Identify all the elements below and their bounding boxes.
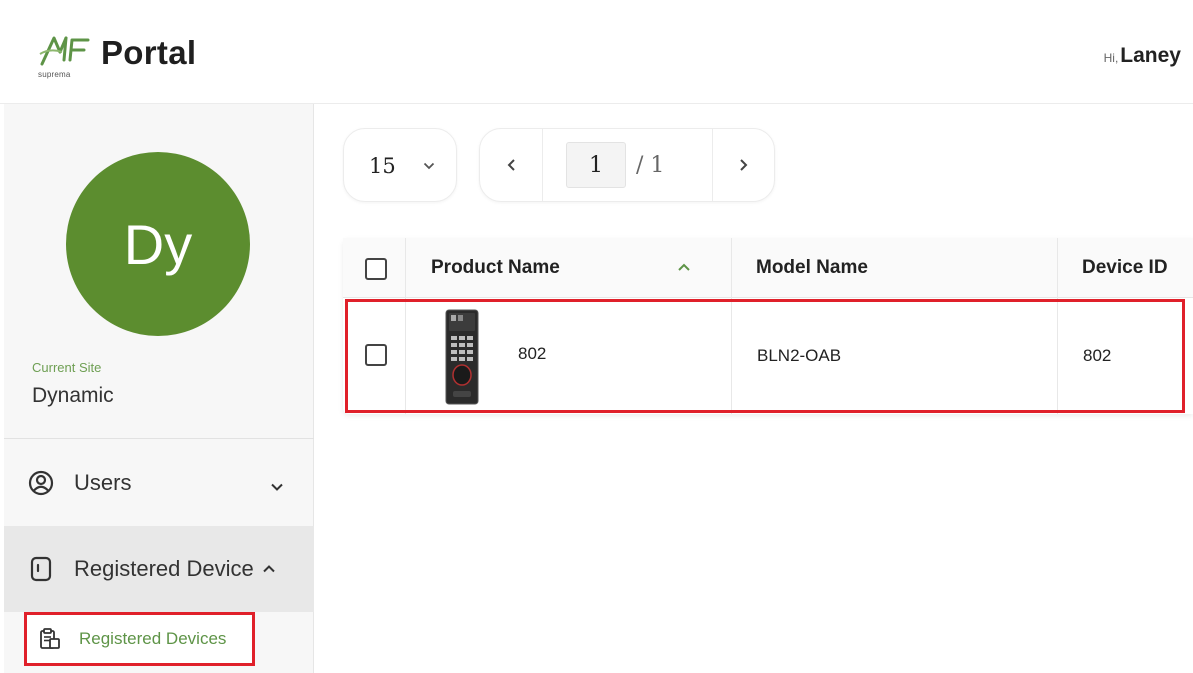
current-site-name: Dynamic <box>32 384 114 407</box>
pagination-divider <box>542 129 543 201</box>
user-circle-icon <box>28 470 54 496</box>
column-divider <box>731 238 732 414</box>
logo-brand-text: suprema <box>38 70 71 79</box>
device-thumbnail <box>445 309 479 405</box>
page-size-value: 15 <box>369 154 396 178</box>
app-title: Portal <box>101 34 197 71</box>
user-name: Laney <box>1120 44 1181 67</box>
cell-model-name: BLN2-OAB <box>757 346 842 365</box>
row-checkbox[interactable] <box>365 344 387 366</box>
sidebar-subitem-registered-devices[interactable]: Registered Devices <box>24 612 255 666</box>
top-header: suprema Portal Hi,Laney <box>0 0 1193 104</box>
sidebar-divider <box>4 438 314 439</box>
page-size-select[interactable]: 15 <box>343 128 457 202</box>
total-pages: / 1 <box>636 153 665 178</box>
pagination-divider <box>712 129 713 201</box>
chevron-up-icon <box>262 562 276 576</box>
column-header-model-name[interactable]: Model Name <box>756 257 868 279</box>
sidebar-item-registered-device-label: Registered Device <box>74 556 254 581</box>
site-avatar: Dy <box>66 152 250 336</box>
column-header-device-id[interactable]: Device ID <box>1082 257 1168 279</box>
cell-device-id: 802 <box>1083 346 1112 365</box>
greeting-prefix: Hi, <box>1103 51 1119 65</box>
current-page-input[interactable] <box>566 142 626 188</box>
chevron-down-icon <box>270 474 284 500</box>
column-divider <box>1057 238 1058 414</box>
sidebar-subitem-registered-devices-label: Registered Devices <box>79 629 227 648</box>
sort-ascending-icon[interactable] <box>677 260 691 278</box>
user-greeting[interactable]: Hi,Laney <box>1104 44 1181 68</box>
next-page-icon[interactable] <box>736 157 750 178</box>
previous-page-icon[interactable] <box>505 157 519 178</box>
pagination: / 1 <box>479 128 775 202</box>
sidebar-item-users-label: Users <box>74 470 132 495</box>
avatar-initials: Dy <box>123 212 193 276</box>
clipboard-icon <box>39 628 61 650</box>
suprema-logo[interactable]: suprema <box>36 30 96 82</box>
column-divider <box>405 238 406 414</box>
select-all-checkbox[interactable] <box>365 258 387 280</box>
logo-mark-icon <box>39 36 90 66</box>
table-header: Product Name Model Name Device ID <box>343 238 1193 298</box>
sidebar-item-registered-device[interactable]: Registered Device <box>4 526 314 612</box>
chevron-down-icon <box>422 159 436 178</box>
current-site-caption: Current Site <box>32 360 102 375</box>
sidebar: Dy Current Site Dynamic Users Registered… <box>4 104 314 673</box>
devices-table: Product Name Model Name Device ID 802 BL… <box>343 238 1193 414</box>
column-header-product-name[interactable]: Product Name <box>431 257 560 279</box>
device-icon <box>28 556 54 582</box>
cell-product-name: 802 <box>518 344 547 363</box>
sidebar-item-users[interactable]: Users <box>4 440 314 526</box>
